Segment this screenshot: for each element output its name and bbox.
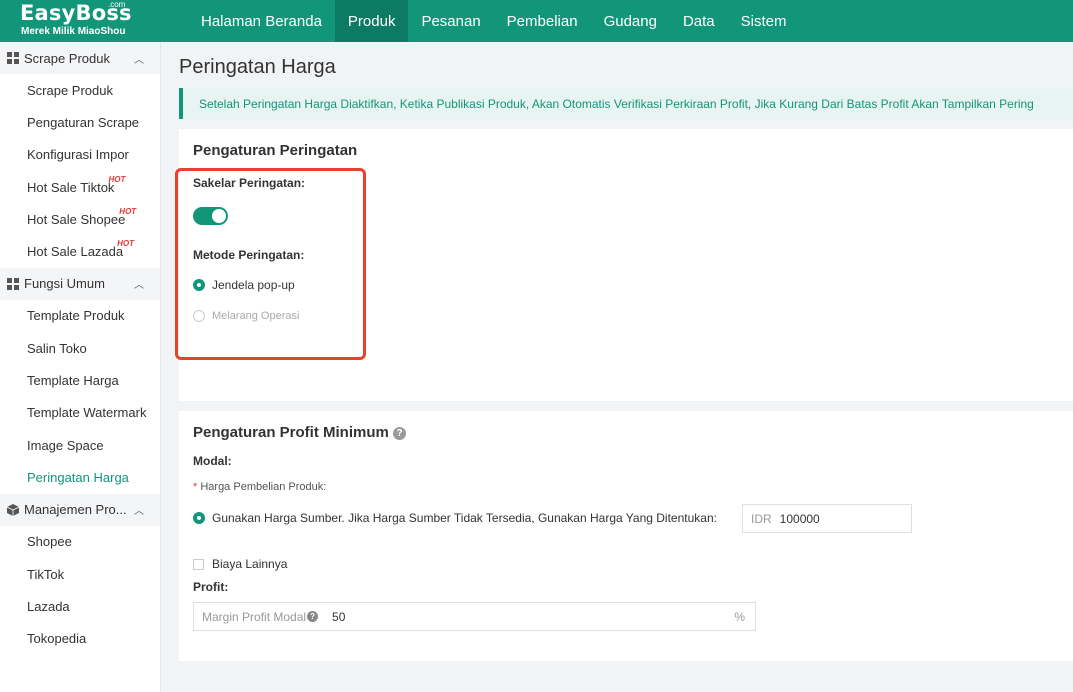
- modal-label: Modal:: [193, 454, 232, 468]
- sidebar-item-shopee[interactable]: Shopee: [0, 526, 160, 558]
- sidebar-item-label: Tokopedia: [27, 631, 87, 647]
- hot-badge: HOT: [119, 206, 137, 216]
- nav-halaman-beranda[interactable]: Halaman Beranda: [188, 0, 335, 42]
- nav-produk[interactable]: Produk: [334, 0, 409, 42]
- sidebar-item-hot-sale-shopee[interactable]: Hot Sale Shopee HOT: [0, 203, 160, 235]
- currency-prefix: IDR: [751, 511, 772, 526]
- percent-suffix: %: [734, 609, 745, 624]
- hot-badge: HOT: [117, 239, 135, 249]
- sidebar-item-template-produk[interactable]: Template Produk: [0, 300, 160, 332]
- sidebar-item-tiktok[interactable]: TikTok: [0, 558, 160, 590]
- sidebar-item-label: Template Harga: [27, 373, 119, 389]
- radio-label: Gunakan Harga Sumber. Jika Harga Sumber …: [212, 511, 717, 525]
- radio-unchecked-icon: [193, 310, 205, 322]
- profit-settings-card: Pengaturan Profit Minimum ? Modal: * Har…: [179, 411, 1073, 661]
- margin-placeholder: Margin Profit Modal: [202, 609, 307, 624]
- nav-sistem[interactable]: Sistem: [728, 0, 800, 42]
- sidebar-group-manajemen-produk[interactable]: Manajemen Pro... ︿: [0, 493, 160, 526]
- sidebar-item-image-space[interactable]: Image Space: [0, 429, 160, 461]
- profit-label: Profit:: [193, 580, 229, 594]
- help-icon[interactable]: ?: [393, 426, 407, 440]
- price-value: 100000: [779, 511, 820, 526]
- nav-gudang[interactable]: Gudang: [591, 0, 670, 42]
- sidebar-item-label: Shopee: [27, 534, 72, 550]
- sidebar-item-label: Hot Sale Lazada: [27, 244, 124, 260]
- nav-pesanan[interactable]: Pesanan: [408, 0, 493, 42]
- sidebar-item-salin-toko[interactable]: Salin Toko: [0, 332, 160, 364]
- sidebar-item-label: TikTok: [27, 566, 65, 582]
- profit-settings-title: Pengaturan Profit Minimum ?: [193, 424, 407, 441]
- logo-dotcom: .com: [108, 0, 126, 9]
- radio-source-price[interactable]: Gunakan Harga Sumber. Jika Harga Sumber …: [193, 511, 717, 525]
- logo-tagline: Merek Milik MiaoShou: [21, 26, 126, 37]
- cube-icon: [6, 503, 20, 516]
- sidebar-item-hot-sale-lazada[interactable]: Hot Sale Lazada HOT: [0, 235, 160, 267]
- radio-checked-icon: [193, 279, 205, 291]
- radio-label: Jendela pop-up: [212, 278, 295, 292]
- logo[interactable]: EasyBoss .com Merek Milik MiaoShou: [0, 0, 180, 42]
- purchase-price-label: * Harga Pembelian Produk:: [193, 481, 326, 493]
- warning-switch-label: Sakelar Peringatan:: [193, 176, 306, 190]
- page-title: Peringatan Harga: [179, 56, 336, 78]
- sidebar-item-label: Hot Sale Tiktok: [27, 179, 115, 195]
- sidebar-item-tokopedia[interactable]: Tokopedia: [0, 622, 160, 654]
- sidebar-item-label: Template Produk: [27, 308, 125, 324]
- sidebar-item-label: Salin Toko: [27, 340, 87, 356]
- sidebar-item-konfigurasi-impor[interactable]: Konfigurasi Impor: [0, 139, 160, 171]
- checkbox-label: Biaya Lainnya: [212, 557, 288, 571]
- sidebar-group-fungsi-umum[interactable]: Fungsi Umum ︿: [0, 267, 160, 300]
- margin-input[interactable]: Margin Profit Modal ? 50 %: [193, 602, 756, 631]
- radio-label: Melarang Operasi: [212, 310, 300, 322]
- toggle-knob: [212, 209, 226, 223]
- warning-settings-card: Pengaturan Peringatan Sakelar Peringatan…: [175, 129, 1073, 401]
- chevron-up-icon[interactable]: ︿: [134, 51, 144, 66]
- warning-settings-title: Pengaturan Peringatan: [193, 142, 358, 159]
- price-input[interactable]: IDR 100000: [742, 504, 912, 533]
- sidebar-item-label: Hot Sale Shopee: [27, 211, 126, 227]
- sidebar-item-label: Pengaturan Scrape: [27, 114, 140, 130]
- radio-checked-icon: [193, 512, 205, 524]
- sidebar-item-peringatan-harga[interactable]: Peringatan Harga: [0, 461, 160, 493]
- nav-pembelian[interactable]: Pembelian: [494, 0, 591, 42]
- chevron-up-icon[interactable]: ︿: [134, 502, 144, 517]
- sidebar-item-lazada[interactable]: Lazada: [0, 590, 160, 622]
- sidebar: Scrape Produk ︿ Scrape Produk Pengaturan…: [0, 42, 161, 692]
- info-notice: Setelah Peringatan Harga Diaktifkan, Ket…: [179, 88, 1073, 119]
- checkbox-icon: [193, 558, 204, 570]
- radio-popup[interactable]: Jendela pop-up: [193, 278, 295, 292]
- sidebar-item-pengaturan-scrape[interactable]: Pengaturan Scrape: [0, 106, 160, 138]
- warning-method-label: Metode Peringatan:: [193, 248, 305, 262]
- help-icon[interactable]: ?: [307, 611, 319, 622]
- main-content: Peringatan Harga Setelah Peringatan Harg…: [161, 42, 1073, 692]
- purchase-price-text: Harga Pembelian Produk:: [200, 481, 327, 493]
- sidebar-item-label: Lazada: [27, 598, 70, 614]
- radio-block-operation[interactable]: Melarang Operasi: [193, 310, 299, 322]
- sidebar-group-label: Manajemen Pro...: [24, 502, 127, 518]
- main-nav: Halaman Beranda Produk Pesanan Pembelian…: [188, 0, 799, 42]
- hot-badge: HOT: [108, 174, 126, 184]
- sidebar-item-label: Template Watermark: [27, 405, 147, 421]
- sidebar-item-template-watermark[interactable]: Template Watermark: [0, 397, 160, 429]
- grid-icon: [7, 52, 19, 64]
- sidebar-item-label: Peringatan Harga: [27, 469, 129, 485]
- margin-value: 50: [332, 609, 346, 624]
- warning-toggle[interactable]: [193, 207, 228, 225]
- other-costs-checkbox[interactable]: Biaya Lainnya: [193, 557, 287, 571]
- grid-icon: [7, 277, 19, 290]
- sidebar-item-template-harga[interactable]: Template Harga: [0, 364, 160, 396]
- sidebar-group-label: Scrape Produk: [24, 50, 110, 66]
- sidebar-item-label: Konfigurasi Impor: [27, 147, 129, 163]
- sidebar-item-label: Image Space: [27, 437, 104, 453]
- highlight-box: [175, 168, 366, 360]
- sidebar-item-scrape-produk[interactable]: Scrape Produk: [0, 74, 160, 106]
- top-navigation-bar: EasyBoss .com Merek Milik MiaoShou Halam…: [0, 0, 1073, 42]
- profit-title-text: Pengaturan Profit Minimum: [193, 424, 389, 441]
- sidebar-item-label: Scrape Produk: [27, 82, 113, 98]
- chevron-up-icon[interactable]: ︿: [134, 276, 144, 291]
- sidebar-group-label: Fungsi Umum: [24, 276, 105, 292]
- sidebar-item-hot-sale-tiktok[interactable]: Hot Sale Tiktok HOT: [0, 171, 160, 203]
- sidebar-group-scrape-produk[interactable]: Scrape Produk ︿: [0, 42, 160, 74]
- nav-data[interactable]: Data: [670, 0, 728, 42]
